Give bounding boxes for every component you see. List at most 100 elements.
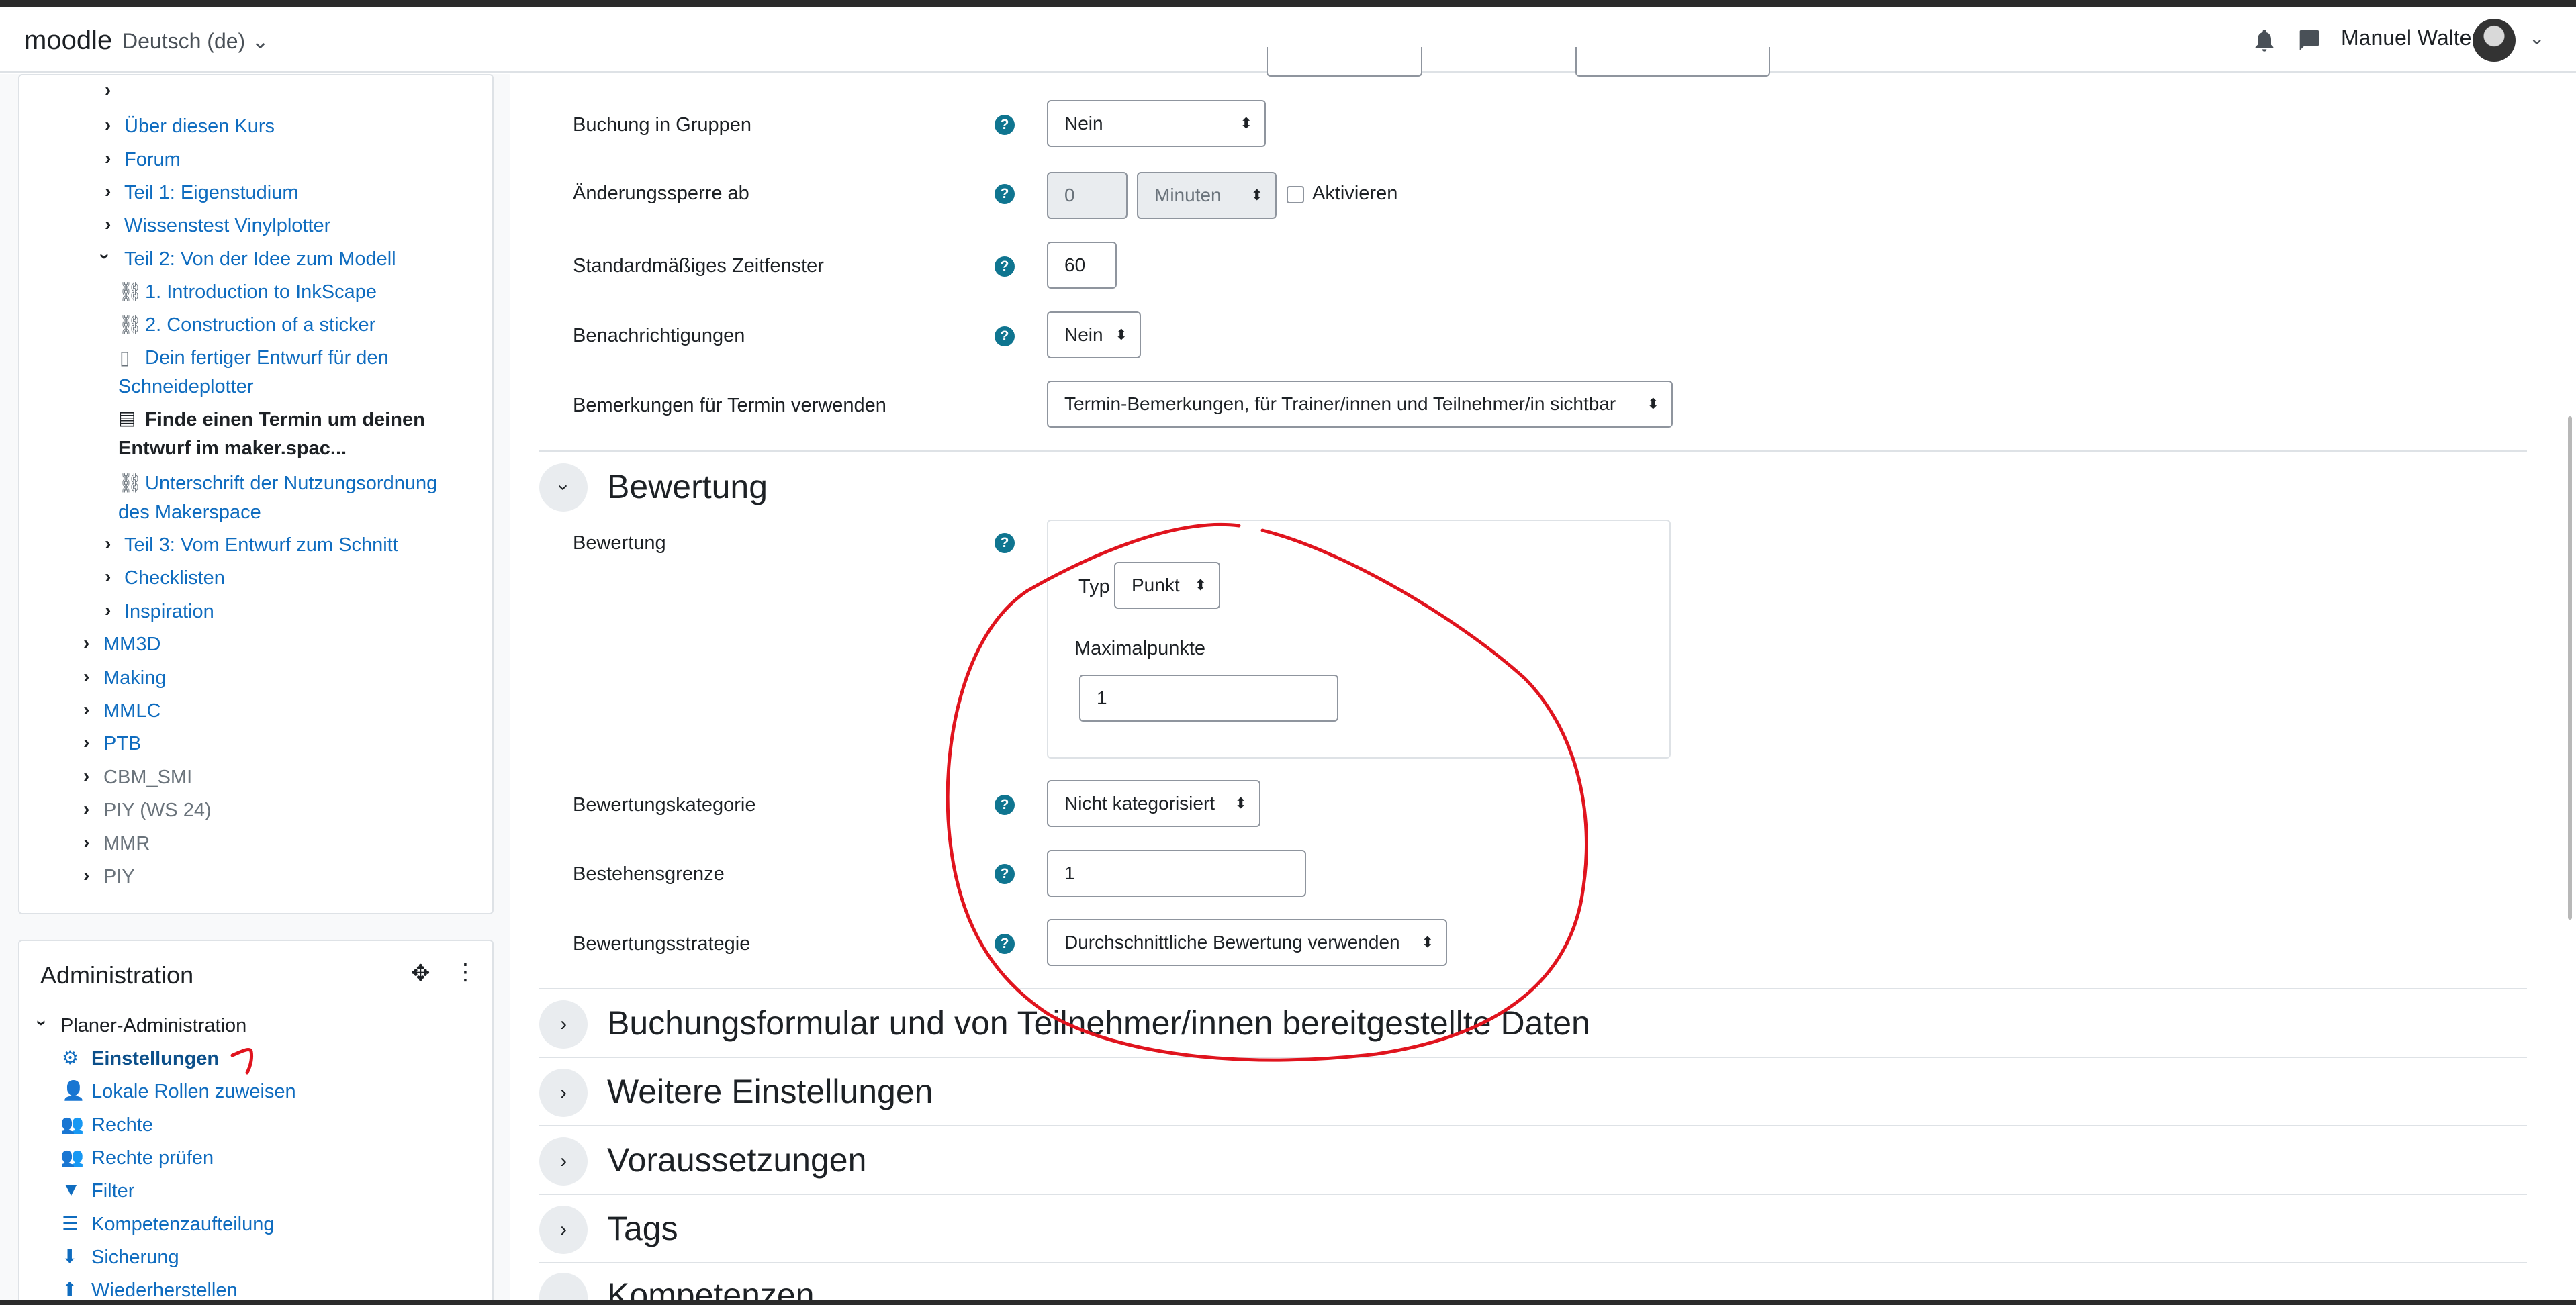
nav-item-piy-ws24[interactable]: PIY (WS 24) xyxy=(103,800,212,822)
max-points-input[interactable]: 1 xyxy=(1079,675,1338,722)
chevron-right-icon[interactable]: › xyxy=(105,114,111,136)
help-icon[interactable]: ? xyxy=(995,795,1015,815)
chevron-right-icon[interactable]: › xyxy=(83,765,89,787)
collapse-toggle[interactable]: › xyxy=(539,463,588,512)
grade-type-select[interactable]: Punkt ⬍ xyxy=(1114,562,1220,609)
lock-enable-label[interactable]: Aktivieren xyxy=(1312,183,1397,205)
nav-item-ueber-kurs[interactable]: Über diesen Kurs xyxy=(124,115,275,138)
move-icon[interactable]: ✥ xyxy=(411,960,430,987)
chevron-right-icon[interactable]: › xyxy=(105,566,111,587)
more-icon[interactable]: ⋮ xyxy=(454,959,477,985)
admin-item-rechte[interactable]: Rechte xyxy=(91,1114,153,1137)
nav-item-unterschrift-line2[interactable]: des Makerspace xyxy=(118,501,261,524)
expand-toggle[interactable]: › xyxy=(539,1000,588,1049)
admin-item-rechte-pruefen[interactable]: Rechte prüfen xyxy=(91,1147,214,1169)
grade-strategy-select[interactable]: Durchschnittliche Bewertung verwenden ⬍ xyxy=(1047,919,1447,966)
user-lock-icon: 👥 xyxy=(60,1114,84,1134)
section-divider xyxy=(539,450,2527,452)
section-prerequisites[interactable]: Voraussetzungen xyxy=(607,1141,866,1179)
user-name[interactable]: Manuel Walter xyxy=(2341,26,2479,50)
remarks-value: Termin-Bemerkungen, für Trainer/innen un… xyxy=(1064,393,1616,414)
nav-item-teil2[interactable]: Teil 2: Von der Idee zum Modell xyxy=(124,248,396,271)
remarks-select[interactable]: Termin-Bemerkungen, für Trainer/innen un… xyxy=(1047,381,1673,428)
partial-field[interactable] xyxy=(1267,47,1422,77)
chevron-right-icon[interactable]: › xyxy=(83,732,89,753)
nav-item-inspiration[interactable]: Inspiration xyxy=(124,601,214,623)
chevron-right-icon[interactable]: › xyxy=(83,865,89,886)
nav-item-checklisten[interactable]: Checklisten xyxy=(124,567,225,589)
chevron-down-icon[interactable]: ⌄ xyxy=(2529,27,2544,49)
section-tags[interactable]: Tags xyxy=(607,1209,678,1248)
help-icon[interactable]: ? xyxy=(995,864,1015,884)
partial-field[interactable] xyxy=(1575,47,1770,77)
chevron-right-icon[interactable]: › xyxy=(105,533,111,554)
scrollbar[interactable] xyxy=(2568,416,2572,920)
help-icon[interactable]: ? xyxy=(995,934,1015,954)
nav-item-making[interactable]: Making xyxy=(103,667,167,689)
nav-item-cbm-smi[interactable]: CBM_SMI xyxy=(103,767,192,789)
chevron-down-icon[interactable]: › xyxy=(32,1020,53,1026)
chevron-down-icon[interactable]: › xyxy=(95,253,116,259)
language-menu[interactable]: Deutsch (de) ⌄ xyxy=(122,28,269,54)
chevron-right-icon[interactable]: › xyxy=(83,666,89,687)
nav-item-ptb[interactable]: PTB xyxy=(103,733,141,755)
chevron-right-icon[interactable]: › xyxy=(105,599,111,621)
section-divider xyxy=(539,1057,2527,1058)
nav-item-entwurf-line2[interactable]: Schneideplotter xyxy=(118,376,254,398)
chevron-right-icon[interactable]: › xyxy=(83,632,89,654)
chevron-right-icon[interactable]: › xyxy=(83,798,89,820)
help-icon[interactable]: ? xyxy=(995,533,1015,553)
nav-item-inkscape[interactable]: 1. Introduction to InkScape xyxy=(145,281,377,303)
nav-item-sticker[interactable]: 2. Construction of a sticker xyxy=(145,314,375,336)
nav-item-teil1[interactable]: Teil 1: Eigenstudium xyxy=(124,182,299,204)
nav-item-piy[interactable]: PIY xyxy=(103,866,135,888)
admin-item-sicherung[interactable]: Sicherung xyxy=(91,1247,179,1269)
grade-category-select[interactable]: Nicht kategorisiert ⬍ xyxy=(1047,780,1260,827)
grade-category-label: Bewertungskategorie xyxy=(573,794,756,816)
pass-grade-input[interactable]: 1 xyxy=(1047,850,1306,897)
nav-item-mmr[interactable]: MMR xyxy=(103,833,150,855)
nav-item-termin-line1[interactable]: Finde einen Termin um deinen xyxy=(145,409,425,431)
booking-groups-select[interactable]: Nein ⬍ xyxy=(1047,100,1266,147)
nav-item-mm3d[interactable]: MM3D xyxy=(103,634,160,656)
chevron-right-icon[interactable]: › xyxy=(83,699,89,720)
expand-toggle[interactable]: › xyxy=(539,1206,588,1254)
section-competencies[interactable]: Kompetenzen xyxy=(607,1275,815,1300)
bell-icon[interactable] xyxy=(2251,27,2278,54)
chat-icon[interactable] xyxy=(2295,27,2322,54)
chevron-right-icon[interactable]: › xyxy=(105,181,111,202)
timeslot-label: Standardmäßiges Zeitfenster xyxy=(573,255,824,277)
nav-item-entwurf-line1[interactable]: Dein fertiger Entwurf für den xyxy=(145,347,389,369)
avatar[interactable] xyxy=(2473,19,2516,62)
notifications-select[interactable]: Nein ⬍ xyxy=(1047,311,1141,358)
help-icon[interactable]: ? xyxy=(995,326,1015,346)
chevron-right-icon[interactable]: › xyxy=(105,79,111,101)
nav-item-termin-line2[interactable]: Entwurf im maker.spac... xyxy=(118,438,347,460)
section-booking-form[interactable]: Buchungsformular und von Teilnehmer/inne… xyxy=(607,1004,1590,1043)
nav-item-forum[interactable]: Forum xyxy=(124,149,181,171)
admin-item-einstellungen[interactable]: Einstellungen xyxy=(91,1048,219,1070)
nav-item-wissenstest[interactable]: Wissenstest Vinylplotter xyxy=(124,215,330,237)
admin-item-rollen[interactable]: Lokale Rollen zuweisen xyxy=(91,1081,296,1103)
chevron-right-icon[interactable]: › xyxy=(105,213,111,235)
lock-enable-checkbox[interactable] xyxy=(1287,186,1304,203)
admin-item-wiederherstellen[interactable]: Wiederherstellen xyxy=(91,1279,238,1302)
admin-item-filter[interactable]: Filter xyxy=(91,1180,134,1202)
chevron-right-icon[interactable]: › xyxy=(83,832,89,853)
nav-item-teil3[interactable]: Teil 3: Vom Entwurf zum Schnitt xyxy=(124,534,398,557)
admin-item-kompetenz[interactable]: Kompetenzaufteilung xyxy=(91,1214,274,1236)
help-icon[interactable]: ? xyxy=(995,256,1015,277)
help-icon[interactable]: ? xyxy=(995,184,1015,204)
chevron-right-icon[interactable]: › xyxy=(105,148,111,169)
help-icon[interactable]: ? xyxy=(995,115,1015,135)
expand-toggle[interactable]: › xyxy=(539,1069,588,1117)
grading-section-title[interactable]: Bewertung xyxy=(607,467,768,506)
grade-category-value: Nicht kategorisiert xyxy=(1064,793,1215,814)
moodle-logo[interactable]: moodle xyxy=(24,26,112,56)
section-further-settings[interactable]: Weitere Einstellungen xyxy=(607,1072,933,1111)
timeslot-input[interactable]: 60 xyxy=(1047,242,1117,289)
nav-item-unterschrift-line1[interactable]: Unterschrift der Nutzungsordnung xyxy=(145,473,437,495)
expand-toggle[interactable]: › xyxy=(539,1137,588,1186)
admin-root[interactable]: Planer-Administration xyxy=(60,1015,246,1037)
nav-item-mmlc[interactable]: MMLC xyxy=(103,700,160,722)
